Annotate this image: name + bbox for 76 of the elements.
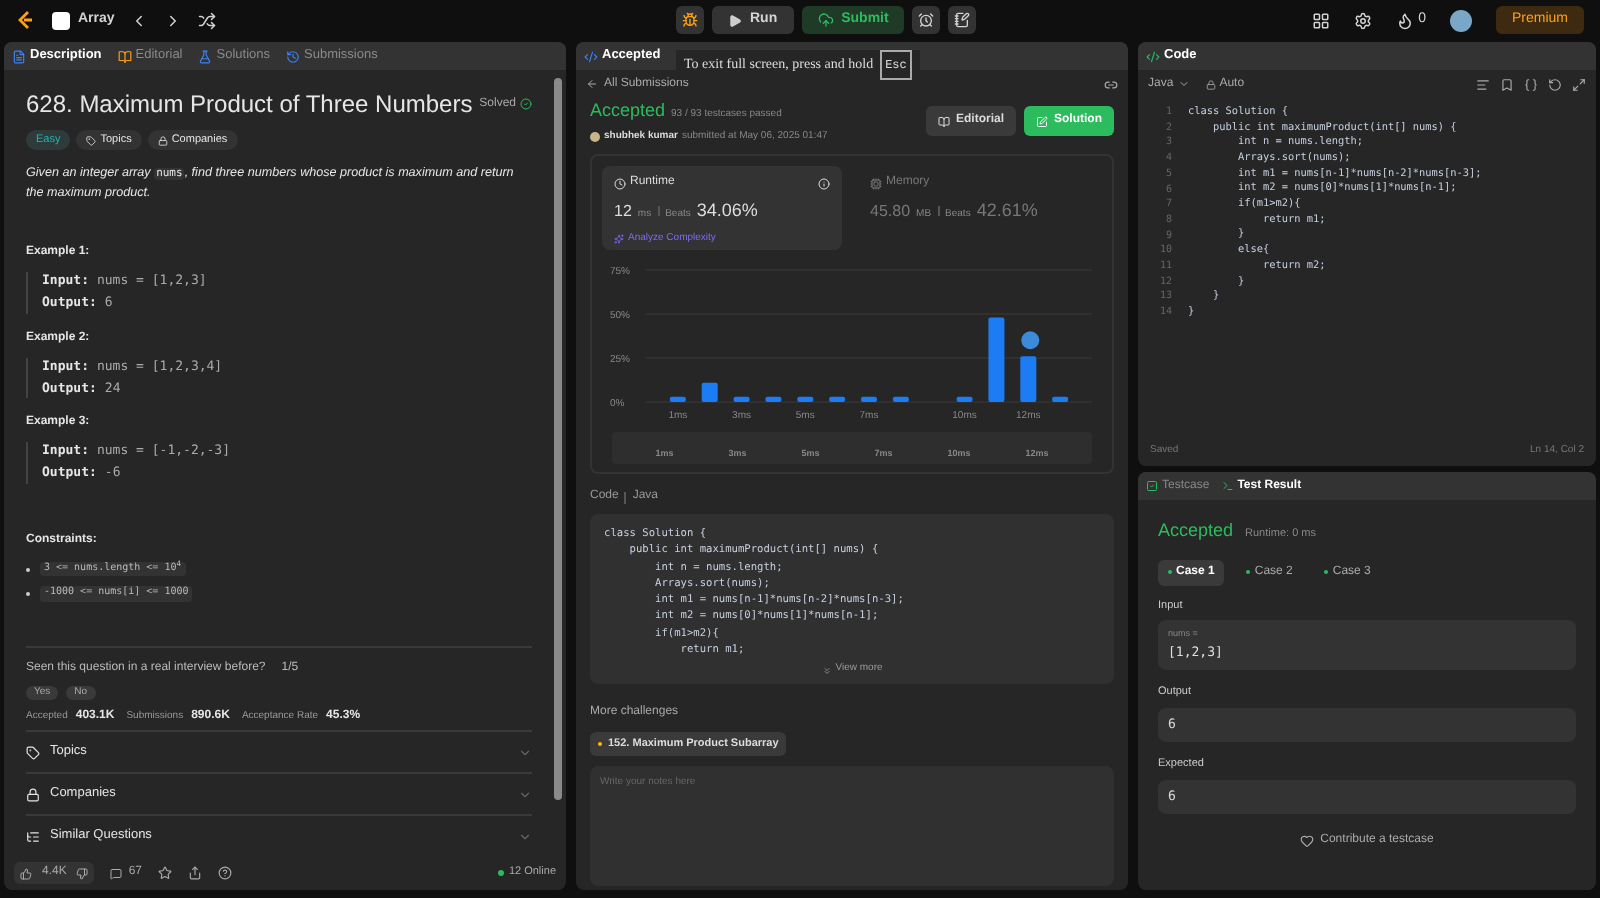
bar [956,396,973,402]
shuffle-icon[interactable] [198,11,217,29]
cloud-upload-icon [817,12,834,28]
bar [1020,356,1037,402]
metric-value: 12 [614,200,632,224]
notebook-icon [954,12,971,28]
list-icon [52,11,70,29]
expand-icon[interactable] [1572,77,1586,91]
tag-icon [86,135,97,146]
problem-title: 628. Maximum Product of Three Numbers [26,92,473,116]
reset-icon[interactable] [1548,77,1562,91]
logo-icon[interactable] [16,10,36,30]
bar [765,396,782,402]
format-icon[interactable] [1476,77,1490,91]
chevron-down-icon [518,829,532,844]
chevron-down-icon [1177,78,1190,90]
bookmark-icon[interactable] [1500,77,1514,91]
thumbs-up-icon[interactable] [20,867,32,879]
debug-button[interactable] [676,6,704,34]
layout-icon[interactable] [1312,11,1331,29]
bar [701,382,718,402]
settings-icon[interactable] [1354,11,1373,29]
alarm-clock-icon [918,12,935,28]
status-text: Accepted [590,98,666,124]
beats-value: 34.06% [696,198,758,224]
user-avatar [590,131,600,142]
bar [797,396,814,402]
star-icon[interactable] [158,866,173,880]
lock-icon [26,787,40,802]
chevrons-down-icon [821,665,832,676]
link-icon[interactable] [1104,77,1118,91]
pen-square-icon [1036,115,1048,127]
thumbs-down-icon[interactable] [76,867,89,879]
history-icon [286,49,300,63]
metric-value: 45.80 [870,200,911,224]
bar [733,396,750,402]
check-circle-icon [520,98,532,110]
bar [669,396,686,402]
clock-icon [614,177,626,189]
lock-icon [1205,79,1216,89]
book-icon [117,49,132,63]
arrow-left-icon [586,78,598,90]
play-icon [728,13,742,27]
bar [829,396,846,402]
result-status: Accepted [1158,518,1234,544]
avatar[interactable] [1449,9,1472,31]
code-icon [584,49,598,63]
chip-icon [870,177,882,189]
book-icon [937,115,950,127]
bar [988,317,1005,402]
terminal-icon [1221,480,1234,492]
bug-icon [682,12,698,28]
info-icon [818,177,830,189]
document-icon [12,49,26,63]
lock-icon [157,135,168,146]
beats-value: 42.61% [976,198,1038,224]
timer-button[interactable] [912,6,941,34]
list-icon [26,829,40,844]
checkbox-icon [1146,480,1158,492]
flame-icon [1396,11,1415,29]
flask-icon [198,49,213,63]
bar [892,396,909,402]
sparkles-icon [614,233,624,244]
share-icon[interactable] [188,866,203,880]
chevron-down-icon [518,787,532,802]
comment-icon [110,867,123,879]
bar [861,396,877,402]
chevron-down-icon [518,745,532,760]
heart-icon [1300,834,1315,849]
tag-icon [26,745,40,760]
user-avatar-marker [1021,331,1040,350]
help-icon[interactable] [218,866,233,880]
code-icon [1146,49,1160,63]
bar [1052,396,1069,402]
notes-button[interactable] [948,6,977,34]
braces-icon[interactable] [1524,77,1538,91]
